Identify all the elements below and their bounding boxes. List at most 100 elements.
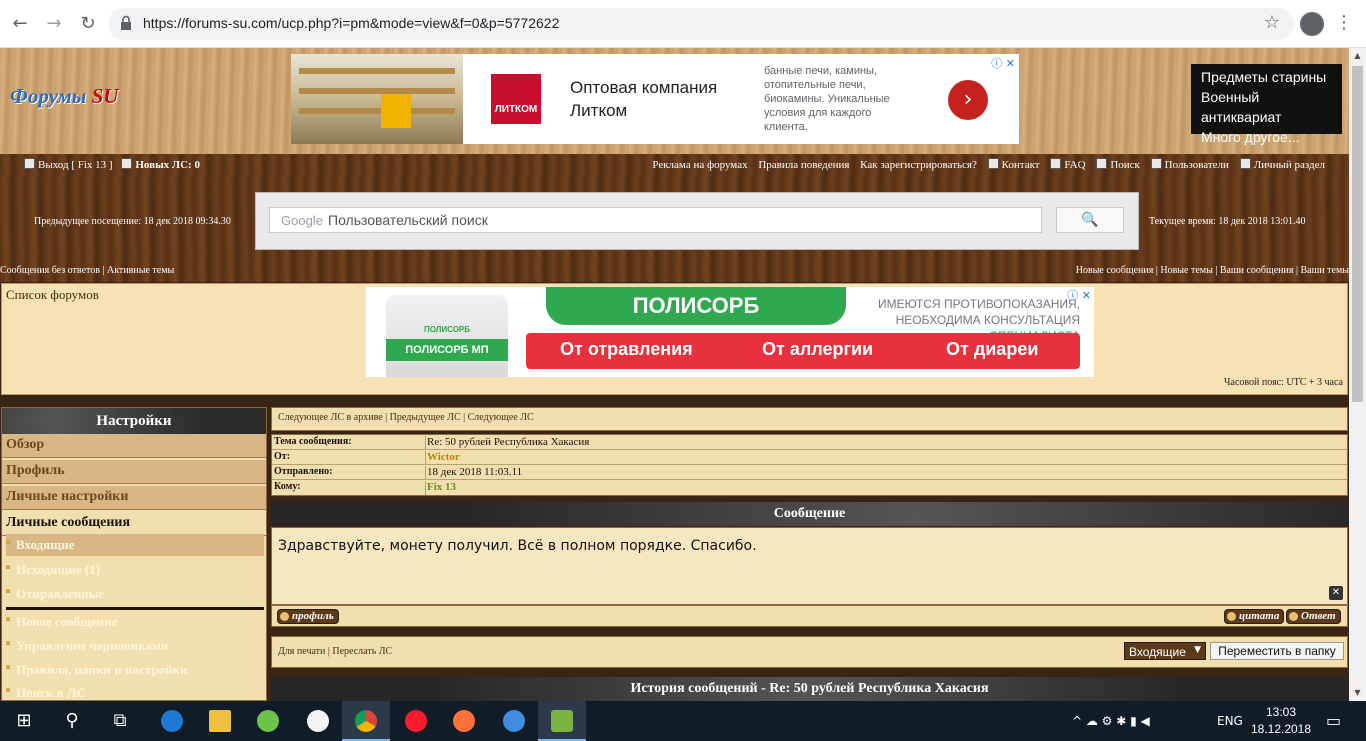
sidebar-item-pm-search[interactable]: Поиск в ЛС (6, 682, 264, 701)
icq-icon[interactable] (244, 701, 292, 741)
app-icon[interactable] (490, 701, 538, 741)
search-button[interactable]: 🔍 (1056, 207, 1124, 233)
ad-title[interactable]: Оптовая компания Литком (570, 76, 740, 122)
scroll-up-icon[interactable]: ▲ (1349, 48, 1366, 64)
ad-banner-polisorb[interactable]: ПОЛИСОРБ ПОЛИСОРБ МП ПОЛИСОРБ ИМЕЮТСЯ ПР… (366, 287, 1094, 377)
nav-link-rules[interactable]: Правила поведения (758, 159, 849, 171)
link-new-topics[interactable]: Новые темы (1160, 265, 1212, 276)
ad-banner-antiques[interactable]: Предметы старины Военный антиквариат Мно… (1191, 64, 1342, 145)
page-scrollbar[interactable]: ▲ ▼ (1349, 48, 1366, 701)
pm-navigation[interactable]: Следующее ЛС в архиве | Предыдущее ЛС | … (271, 407, 1348, 431)
edge-icon[interactable] (148, 701, 196, 741)
forward-icon[interactable]: → (42, 12, 66, 36)
quote-icon (1227, 612, 1236, 621)
new-pm-link[interactable]: Новых ЛС: 0 (135, 159, 200, 171)
sent-date: 18 дек 2018 11:03.11 (425, 466, 523, 480)
reload-icon[interactable]: ↻ (76, 12, 100, 36)
nav-link-contact[interactable]: Контакт (1002, 159, 1040, 171)
quote-button[interactable]: цитата (1224, 609, 1285, 624)
scrollbar-thumb[interactable] (1352, 66, 1363, 402)
message-text: Здравствуйте, монету получил. Всё в полн… (278, 538, 757, 554)
pm-row-to: Кому: Fix 13 (272, 480, 1347, 495)
profile-icon (280, 612, 289, 621)
benefit-diarrhea: От диареи (946, 339, 1039, 359)
tab-private-messages[interactable]: Личные сообщения (2, 512, 266, 536)
back-icon[interactable]: ← (8, 12, 32, 36)
quote-label: цитата (1239, 610, 1280, 622)
print-forward-links[interactable]: Для печати | Переслать ЛС (278, 646, 392, 657)
pm-header-table: Тема сообщения: Re: 50 рублей Республика … (271, 434, 1348, 496)
sidebar-item-rules[interactable]: Правила, папки и настройки (6, 659, 264, 681)
previous-visit-text: Предыдущее посещение: 18 дек 2018 09:34.… (34, 216, 231, 227)
chrome-icon[interactable] (342, 701, 390, 741)
nav-link-ucp[interactable]: Личный раздел (1254, 159, 1325, 171)
task-view-icon[interactable]: ⧉ (96, 701, 144, 741)
report-close-icon[interactable]: ✕ (1329, 586, 1343, 600)
ad-banner-litkom[interactable]: ЛИТКОМ Оптовая компания Литком банные пе… (291, 54, 1019, 144)
link-unanswered[interactable]: Сообщения без ответов (0, 265, 100, 276)
monitor-app-icon[interactable] (538, 701, 586, 741)
sidebar-item-compose[interactable]: Новое сообщение (6, 611, 264, 633)
message-footer: профиль цитата Ответ (271, 605, 1348, 627)
search-input[interactable]: Google Пользовательский поиск (269, 207, 1042, 233)
bookmark-star-icon[interactable]: ☆ (1264, 12, 1280, 33)
nav-link-faq[interactable]: FAQ (1064, 159, 1085, 171)
nav-link-users[interactable]: Пользователи (1165, 159, 1229, 171)
windows-taskbar: ⊞ ⚲ ⧉ ^ ☁ ⚙ ✱ ▮ ◀ ENG 13:03 18.12.2018 ▭ (0, 701, 1366, 741)
pm-icon (121, 158, 133, 169)
windows-start-icon[interactable]: ⊞ (0, 701, 48, 741)
ad-info-icon[interactable]: ⓘ ✕ (991, 55, 1015, 71)
benefit-poisoning: От отравления (560, 339, 693, 359)
sidebar-item-sent[interactable]: Отправленные (6, 583, 264, 605)
nav-link-ads[interactable]: Реклама на форумах (652, 159, 747, 171)
browser-menu-icon[interactable]: ⋮ (1334, 12, 1354, 36)
breadcrumb-forum-list[interactable]: Список форумов (6, 287, 99, 303)
link-new-posts[interactable]: Новые сообщения (1076, 265, 1154, 276)
compose-label: Новое сообщение (16, 614, 118, 629)
row-key: Отправлено: (274, 466, 333, 477)
firefox-icon[interactable] (440, 701, 488, 741)
file-explorer-icon[interactable] (196, 701, 244, 741)
link-your-posts[interactable]: Ваши сообщения (1220, 265, 1294, 276)
sidebar-item-inbox[interactable]: Входящие (6, 534, 264, 556)
sidebar-title: Настройки (2, 408, 266, 434)
language-indicator[interactable]: ENG (1217, 701, 1243, 741)
sidebar-item-outbox[interactable]: Исходящие (1) (6, 559, 264, 581)
profile-button[interactable]: профиль (277, 609, 339, 624)
nav-link-search[interactable]: Поиск (1110, 159, 1140, 171)
site-logo[interactable]: Форумы SU (10, 84, 118, 109)
folder-select[interactable]: Входящие ▼ (1124, 642, 1206, 660)
tray-icons[interactable]: ^ ☁ ⚙ ✱ ▮ ◀ (1072, 701, 1150, 741)
taskbar-clock[interactable]: 13:03 18.12.2018 (1250, 704, 1312, 738)
nav-link-register[interactable]: Как зарегистрироваться? (860, 159, 977, 171)
tab-profile[interactable]: Профиль (2, 460, 266, 484)
scroll-down-icon[interactable]: ▼ (1349, 685, 1366, 701)
rules-label: Правила, папки и настройки (16, 662, 188, 677)
taskbar-search-icon[interactable]: ⚲ (48, 701, 96, 741)
opera-icon[interactable] (392, 701, 440, 741)
address-bar[interactable]: https://forums-su.com/ucp.php?i=pm&mode=… (108, 8, 1294, 40)
sent-label: Отправленные (16, 586, 105, 601)
sidebar-item-drafts[interactable]: Управление черновиками (6, 635, 264, 657)
notifications-icon[interactable]: ▭ (1326, 701, 1341, 741)
logout-link[interactable]: Выход [ Fix 13 ] (38, 159, 113, 171)
ad-info-icon[interactable]: ⓘ ✕ (1067, 287, 1091, 303)
folder-select-value: Входящие (1129, 645, 1186, 659)
yandex-browser-icon[interactable] (294, 701, 342, 741)
recipient-link[interactable]: Fix 13 (425, 481, 456, 495)
sender-link[interactable]: Wictor (425, 451, 460, 465)
ucp-sidebar: Настройки Обзор Профиль Личные настройки… (1, 407, 267, 701)
tab-preferences[interactable]: Личные настройки (2, 486, 266, 510)
antiques-line-2: Военный антиквариат (1201, 89, 1282, 125)
profile-avatar[interactable] (1300, 12, 1324, 36)
move-to-folder-button[interactable]: Переместить в папку (1210, 642, 1344, 660)
reply-label: Ответ (1301, 610, 1336, 622)
ad-arrow-button[interactable]: › (948, 80, 988, 120)
antiques-line-3: Много другое... (1201, 129, 1300, 145)
link-your-topics[interactable]: Ваши темы (1300, 265, 1349, 276)
link-active-topics[interactable]: Активные темы (107, 265, 174, 276)
polisorb-brand: ПОЛИСОРБ (546, 287, 846, 325)
reply-button[interactable]: Ответ (1286, 609, 1341, 624)
row-key: От: (274, 451, 291, 462)
tab-overview[interactable]: Обзор (2, 434, 266, 458)
